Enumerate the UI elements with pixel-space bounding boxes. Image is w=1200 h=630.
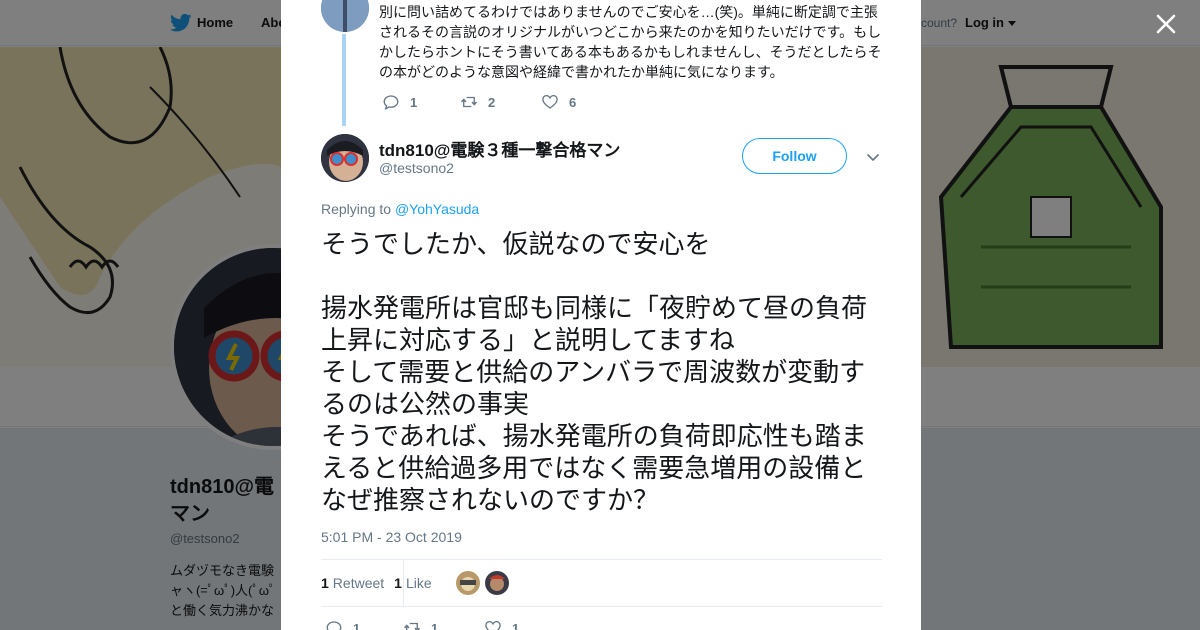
retweet-icon <box>460 96 478 108</box>
reply-action[interactable]: 1 <box>382 93 460 111</box>
replying-to-link[interactable]: @YohYasuda <box>395 201 479 217</box>
heart-icon <box>542 94 558 109</box>
tweet-actions: 1 1 1 <box>325 618 519 630</box>
replying-to-prefix: Replying to <box>321 201 395 217</box>
likes-label: Like <box>405 575 432 591</box>
retweet-action[interactable]: 1 <box>403 619 484 630</box>
like-count: 6 <box>569 94 577 110</box>
stats-bottom-divider <box>321 606 882 607</box>
tweet-author-name[interactable]: tdn810@電験３種一撃合格マン <box>379 136 620 161</box>
previous-tweet-avatar[interactable] <box>321 0 369 32</box>
follow-button[interactable]: Follow <box>742 138 847 174</box>
stats-separator <box>403 560 404 606</box>
tweet-author-handle[interactable]: @testsono2 <box>379 160 454 176</box>
reply-action[interactable]: 1 <box>325 619 403 630</box>
likes-stat[interactable]: 1 Like <box>394 575 431 591</box>
close-icon[interactable] <box>1154 12 1178 36</box>
retweets-stat[interactable]: 1 Retweet <box>321 575 384 591</box>
retweets-count: 1 <box>321 575 329 591</box>
reply-count: 1 <box>353 620 361 630</box>
reply-count: 1 <box>410 94 418 110</box>
tweet-timestamp[interactable]: 5:01 PM - 23 Oct 2019 <box>321 529 462 545</box>
tweet-stats: 1 Retweet 1 Like <box>321 560 882 606</box>
previous-tweet-actions: 1 2 6 <box>382 92 576 112</box>
reply-icon <box>326 621 342 630</box>
retweet-count: 2 <box>488 94 496 110</box>
reply-icon <box>383 95 399 111</box>
liker-avatar-image <box>485 571 509 595</box>
tweet-permalink-modal: 別に問い詰めてるわけではありませんのでご安心を…(笑)。単純に断定調で主張される… <box>281 0 921 630</box>
retweet-count: 1 <box>431 620 439 630</box>
heart-icon <box>485 620 501 630</box>
likes-count: 1 <box>394 575 402 591</box>
liker-avatar[interactable] <box>485 571 509 595</box>
like-action[interactable]: 1 <box>484 619 519 630</box>
retweet-icon <box>403 622 421 630</box>
previous-avatar-image <box>321 0 369 32</box>
liker-avatar-image <box>456 571 480 595</box>
retweets-label: Retweet <box>332 575 385 591</box>
previous-tweet-text: 別に問い詰めてるわけではありませんのでご安心を…(笑)。単純に断定調で主張される… <box>379 4 882 80</box>
like-count: 1 <box>512 620 520 630</box>
replying-to: Replying to @YohYasuda <box>321 201 479 217</box>
tweet-author-avatar-image <box>321 134 369 182</box>
tweet-text: そうでしたか、仮説なので安心を 揚水発電所は官邸も同様に「夜貯めて昼の負荷上昇に… <box>321 229 868 515</box>
tweet-author-avatar[interactable] <box>321 134 369 182</box>
liker-avatar[interactable] <box>456 571 480 595</box>
chevron-down-icon[interactable] <box>865 149 881 165</box>
retweet-action[interactable]: 2 <box>460 93 541 111</box>
like-action[interactable]: 6 <box>541 93 576 111</box>
thread-connector-line <box>342 34 346 126</box>
